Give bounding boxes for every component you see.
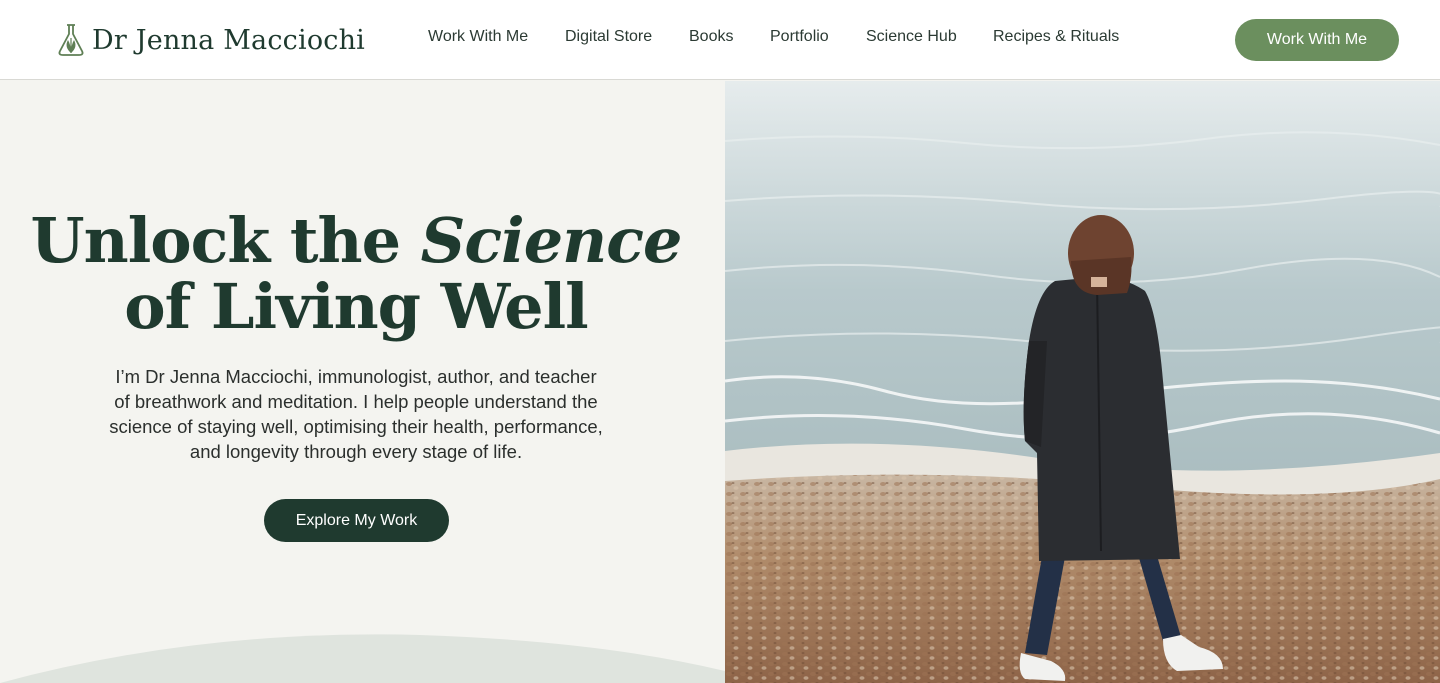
leaf-flask-icon	[58, 24, 84, 56]
headline-part2: of Living Well	[124, 270, 588, 343]
decorative-hill	[0, 634, 725, 683]
hero-headline: Unlock the Science of Living Well	[0, 208, 712, 340]
nav-digital-store[interactable]: Digital Store	[565, 28, 652, 46]
hero-photo	[725, 81, 1440, 683]
woman-walking-on-pebble-beach-photo	[725, 81, 1440, 683]
hero-intro-text: I’m Dr Jenna Macciochi, immunologist, au…	[109, 366, 603, 462]
explore-my-work-button[interactable]: Explore My Work	[264, 499, 449, 542]
nav-books[interactable]: Books	[689, 28, 733, 46]
hero-text-panel: Unlock the Science of Living Well I’m Dr…	[0, 81, 725, 683]
nav-portfolio[interactable]: Portfolio	[770, 28, 829, 46]
nav-work-with-me[interactable]: Work With Me	[428, 28, 528, 46]
headline-emphasis: Science	[420, 204, 683, 277]
nav-science-hub[interactable]: Science Hub	[866, 28, 957, 46]
site-logo[interactable]: Dr Jenna Macciochi	[56, 22, 365, 58]
work-with-me-button[interactable]: Work With Me	[1235, 19, 1399, 61]
nav-recipes-rituals[interactable]: Recipes & Rituals	[993, 28, 1119, 46]
site-header: Dr Jenna Macciochi Work With Me Digital …	[0, 0, 1440, 80]
logo-text: Dr Jenna Macciochi	[92, 24, 366, 56]
headline-part1: Unlock the	[30, 204, 421, 277]
